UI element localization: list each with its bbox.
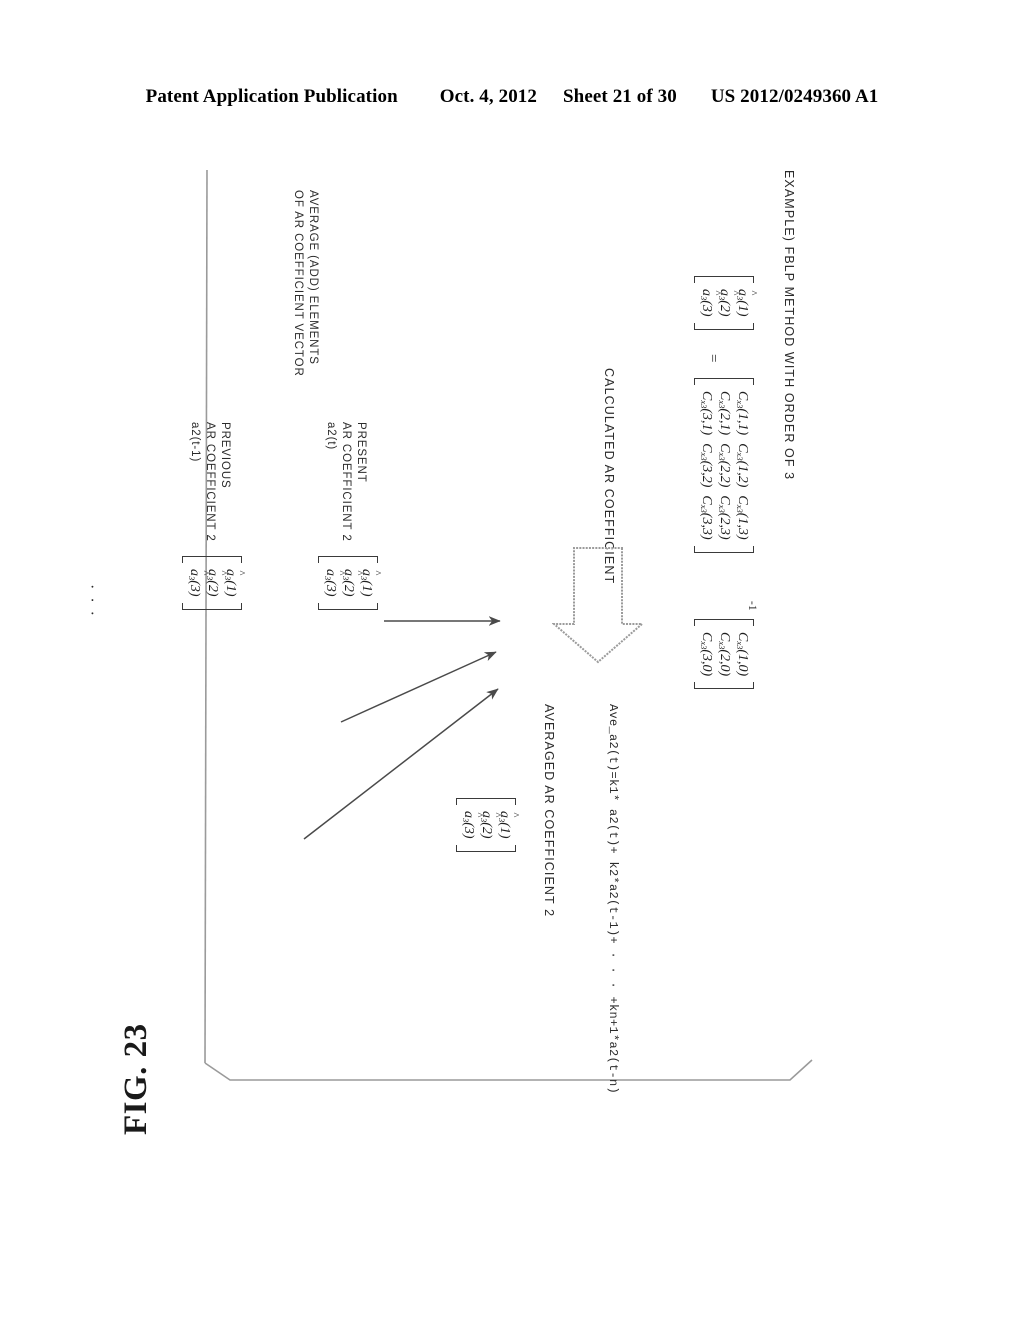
equals-sign: = xyxy=(705,354,721,363)
matrix-cell: Cx3(3,3) xyxy=(699,495,714,540)
correlation-matrix: Cx3(1,1) Cx3(1,2) Cx3(1,3) Cx3(2,1) Cx3(… xyxy=(694,378,754,553)
matrix-row: Cx3(2,0) xyxy=(715,628,733,680)
present-ar-coefficient-label-3: a2(t) xyxy=(325,422,337,451)
bracket-left xyxy=(694,619,754,626)
bracket-left xyxy=(318,556,378,563)
bracket-right xyxy=(694,545,754,553)
figure-canvas: EXAMPLE) FBLP METHOD WITH ORDER OF 3 a3(… xyxy=(83,164,816,1094)
matrix-cell: Cx3(2,0) xyxy=(717,632,732,677)
matrix-row: Cx3(3,0) xyxy=(697,628,715,680)
figure-label: FIG. 23 xyxy=(118,1023,154,1135)
averaged-ar-coefficient-label: AVERAGED AR COEFFICIENT 2 xyxy=(542,704,556,918)
averaging-formula: Ave_a2(t)=k1* a2(t)+ k2*a2(t-1)+ · · · +… xyxy=(606,704,620,1095)
matrix-cell: Cx3(1,2) xyxy=(735,443,750,488)
table-row: Cx3(3,1) Cx3(3,2) Cx3(3,3) xyxy=(697,387,715,544)
matrix-row: a3(3) xyxy=(697,285,715,321)
matrix-cell: Cx3(2,3) xyxy=(717,495,732,540)
average-note-line-1: AVERAGE (ADD) ELEMENTS xyxy=(307,190,319,365)
previous-ar-coefficient-label-2: AR COEFFICIENT 2 xyxy=(204,422,216,542)
matrix-inverse-exponent: -1 xyxy=(746,601,758,611)
header-date: Oct. 4, 2012 xyxy=(439,86,538,107)
bracket-right xyxy=(694,682,754,690)
bracket-left xyxy=(694,378,754,385)
present-ar-coefficient-label-2: AR COEFFICIENT 2 xyxy=(340,422,352,542)
previous-ar-coefficient-label-1: PREVIOUS xyxy=(219,422,231,489)
header-publication-number: US 2012/0249360 A1 xyxy=(710,86,879,107)
figure-caption: EXAMPLE) FBLP METHOD WITH ORDER OF 3 xyxy=(782,170,796,481)
matrix-cell: Cx3(1,3) xyxy=(735,495,750,540)
matrix-cell: a3(3) xyxy=(697,285,715,321)
autocorrelation-vector: Cx3(1,0) Cx3(2,0) Cx3(3,0) xyxy=(694,619,754,690)
table-row: Cx3(1,1) Cx3(1,2) Cx3(1,3) xyxy=(733,387,751,544)
lhs-vector-grid: a3(1) a3(2) a3(3) xyxy=(694,283,754,323)
header-sheet: Sheet 21 of 30 xyxy=(563,86,677,107)
previous-ar-coefficient-label-3: a2(t-1) xyxy=(189,422,201,463)
matrix-cell: Cx3(3,0) xyxy=(699,632,714,677)
bracket-right xyxy=(694,322,754,330)
page-header: Patent Application Publication Oct. 4, 2… xyxy=(0,86,1024,108)
matrix-cell: Cx3(2,2) xyxy=(717,443,732,488)
header-publication: Patent Application Publication xyxy=(145,86,398,107)
matrix-cell: Cx3(3,2) xyxy=(699,443,714,488)
present-ar-coefficient-label-1: PRESENT xyxy=(355,422,367,483)
bracket-left xyxy=(694,276,754,283)
average-note-line-2: OF AR COEFFICIENT VECTOR xyxy=(292,190,304,377)
arrow-series-to-averaged xyxy=(303,688,499,840)
matrix-cell: Cx3(2,1) xyxy=(717,391,732,436)
table-row: Cx3(2,1) Cx3(2,2) Cx3(2,3) xyxy=(715,387,733,544)
block-arrow-icon xyxy=(552,547,644,664)
autocorrelation-vector-grid: Cx3(1,0) Cx3(2,0) Cx3(3,0) xyxy=(694,626,754,682)
correlation-matrix-grid: Cx3(1,1) Cx3(1,2) Cx3(1,3) Cx3(2,1) Cx3(… xyxy=(694,385,754,546)
matrix-cell: Cx3(1,1) xyxy=(735,391,750,436)
matrix-cell: Cx3(3,1) xyxy=(699,391,714,436)
bracket-left xyxy=(182,556,242,563)
matrix-row: Cx3(1,0) xyxy=(733,628,751,680)
series-ellipsis: · · · xyxy=(83,584,100,618)
matrix-cell: Cx3(1,0) xyxy=(735,632,750,677)
lhs-ar-coefficient-vector: a3(1) a3(2) a3(3) xyxy=(694,276,754,330)
